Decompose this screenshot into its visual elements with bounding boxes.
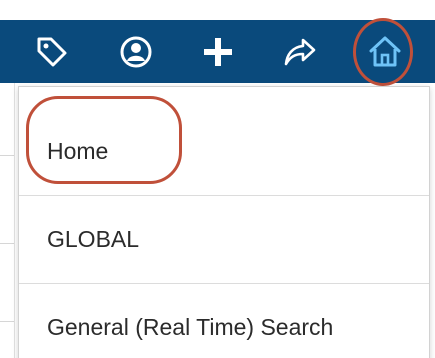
- home-button[interactable]: [355, 20, 415, 83]
- user-icon: [119, 35, 153, 69]
- menu-item-label: General (Real Time) Search: [47, 314, 334, 340]
- share-button[interactable]: [272, 20, 328, 83]
- plus-icon: [201, 35, 235, 69]
- tag-button[interactable]: [24, 20, 80, 83]
- top-strip: [0, 0, 435, 20]
- background-divider: [0, 321, 14, 322]
- menu-item-label: Home: [47, 137, 109, 164]
- menu-item-general-search[interactable]: General (Real Time) Search: [19, 283, 429, 358]
- background-divider: [0, 243, 14, 244]
- add-button[interactable]: [190, 20, 246, 83]
- screenshot-root: Home GLOBAL General (Real Time) Search: [0, 0, 435, 358]
- home-dropdown-menu: Home GLOBAL General (Real Time) Search: [18, 86, 430, 358]
- home-icon: [367, 34, 403, 70]
- menu-item-global[interactable]: GLOBAL: [19, 195, 429, 283]
- top-toolbar: [0, 20, 435, 83]
- background-page-edge: [0, 83, 15, 358]
- share-icon: [283, 35, 317, 69]
- menu-item-home[interactable]: Home: [19, 107, 429, 195]
- menu-item-label: GLOBAL: [47, 226, 140, 252]
- background-divider: [0, 155, 14, 156]
- tag-icon: [35, 35, 69, 69]
- user-button[interactable]: [108, 20, 164, 83]
